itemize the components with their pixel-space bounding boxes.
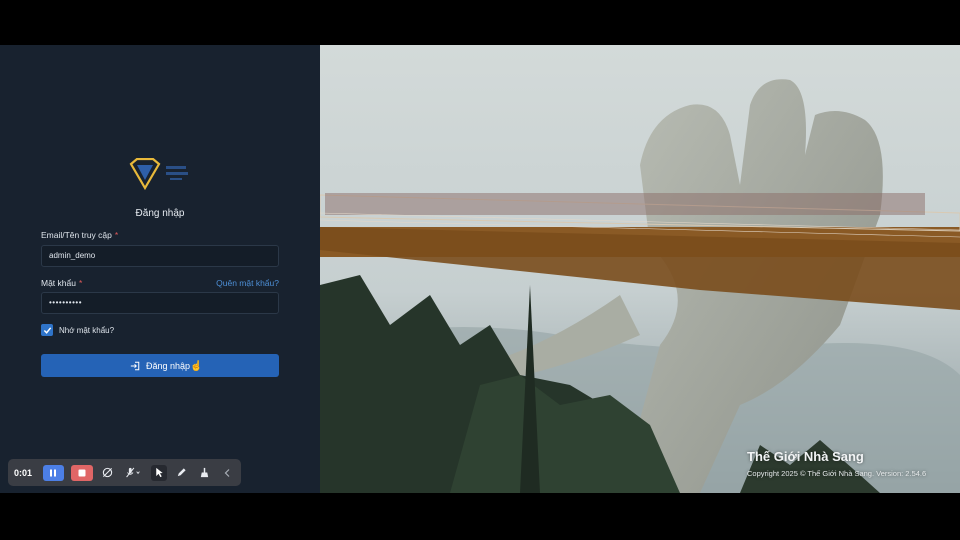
collapse-toolbar-button[interactable] (219, 465, 235, 481)
pause-icon (50, 469, 57, 476)
password-label: Mật khẩu * (41, 278, 82, 288)
screen-recorder-toolbar: 0:01 (8, 459, 241, 486)
password-label-text: Mật khẩu (41, 278, 76, 288)
mic-off-icon (126, 467, 141, 478)
stop-button[interactable] (71, 464, 93, 481)
broom-icon (200, 467, 209, 478)
required-mark: * (78, 278, 83, 288)
password-field[interactable]: •••••••••• (41, 292, 279, 314)
sign-in-icon (130, 361, 140, 370)
chevron-left-icon (224, 468, 230, 477)
check-icon (43, 326, 51, 334)
login-button[interactable]: Đăng nhập (41, 354, 279, 377)
hero-copyright: Copyright 2025 © Thế Giới Nhà Sang. Vers… (747, 469, 927, 478)
remember-checkbox[interactable] (41, 324, 53, 336)
required-mark: * (114, 230, 119, 240)
remember-label: Nhớ mật khẩu? (59, 326, 115, 335)
clear-tool[interactable] (197, 465, 213, 481)
camera-off-button[interactable] (100, 465, 116, 481)
hero-image (320, 45, 960, 493)
screen: Đăng nhập Email/Tên truy cập * admin_demo… (0, 0, 960, 540)
login-button-label: Đăng nhập (145, 360, 191, 371)
email-field[interactable]: admin_demo (41, 245, 279, 267)
hero-brand-name: Thế Giới Nhà Sang (747, 449, 864, 464)
hand-cursor-icon: ☝ (190, 361, 203, 372)
login-title: Đăng nhập (135, 208, 185, 219)
mic-off-button[interactable] (123, 465, 145, 481)
company-logo (129, 158, 188, 191)
stop-icon (78, 469, 86, 476)
pen-tool[interactable] (174, 465, 190, 481)
recording-timer: 0:01 (14, 467, 33, 478)
camera-off-icon (103, 467, 113, 478)
forgot-password-link[interactable]: Quên mật khẩu? (216, 278, 279, 288)
pointer-icon (156, 467, 163, 478)
password-field-value: •••••••••• (49, 298, 83, 307)
email-label: Email/Tên truy cập * (41, 230, 118, 240)
login-panel: Đăng nhập Email/Tên truy cập * admin_demo… (0, 45, 320, 493)
login-page: Đăng nhập Email/Tên truy cập * admin_demo… (0, 45, 960, 493)
email-label-text: Email/Tên truy cập (41, 230, 112, 240)
pointer-tool[interactable] (151, 464, 167, 481)
pen-icon (178, 468, 186, 477)
golden-bridge-photo (320, 45, 960, 493)
email-field-value: admin_demo (49, 251, 96, 260)
pause-button[interactable] (42, 464, 65, 481)
